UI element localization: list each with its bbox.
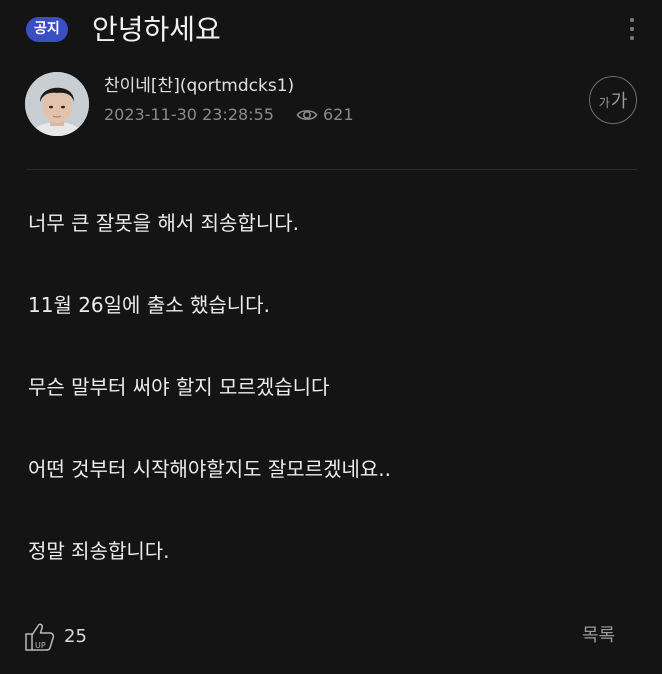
more-vertical-icon[interactable]: [622, 14, 642, 44]
font-size-button[interactable]: 가 가: [589, 76, 637, 124]
post-line-3: 무슨 말부터 써야 할지 모르겠습니다: [28, 375, 330, 399]
list-button[interactable]: 목록: [582, 624, 615, 648]
avatar[interactable]: [25, 72, 89, 136]
post-date: 2023-11-30 23:28:55: [104, 105, 274, 124]
post-line-1: 너무 큰 잘못을 해서 죄송합니다.: [28, 211, 299, 235]
post-header: 공지 안녕하세요: [0, 0, 662, 60]
font-size-large-label: 가: [610, 91, 628, 112]
view-count: 621: [323, 105, 354, 124]
post-line-2: 11월 26일에 출소 했습니다.: [28, 293, 270, 317]
post-page: 공지 안녕하세요 찬이네[찬](qortmdcks1) 2023-11-30 2…: [0, 0, 662, 674]
font-size-small-label: 가: [598, 95, 610, 110]
post-line-4: 어떤 것부터 시작해야할지도 잘모르겠네요..: [28, 457, 391, 481]
divider: [26, 169, 637, 170]
post-line-5: 정말 죄송합니다.: [28, 539, 170, 563]
author-name[interactable]: 찬이네[찬](qortmdcks1): [104, 74, 294, 98]
thumbs-up-icon: UP: [25, 623, 55, 651]
like-count: 25: [64, 626, 87, 647]
notice-badge: 공지: [26, 17, 68, 42]
post-title: 안녕하세요: [92, 13, 221, 46]
eye-icon: [296, 110, 318, 120]
like-button[interactable]: UP 25: [22, 620, 87, 654]
svg-text:UP: UP: [35, 641, 46, 650]
